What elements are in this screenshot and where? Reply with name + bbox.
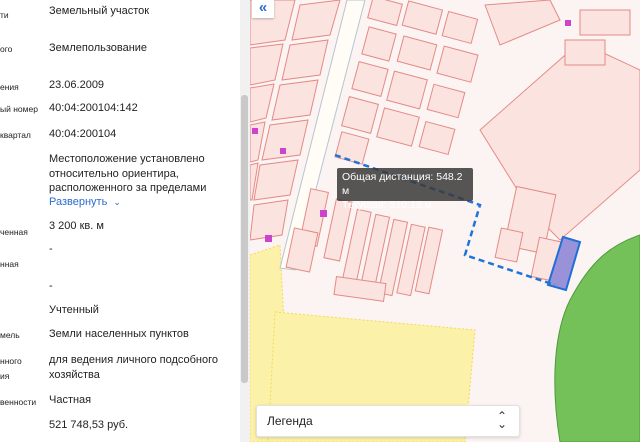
- row-label: нная: [0, 259, 19, 269]
- permitted-use-line-1: для ведения личного подсобного: [49, 354, 219, 366]
- collapse-panel-button[interactable]: «: [252, 0, 274, 18]
- parcel-large: [479, 41, 640, 241]
- row-label: нного: [0, 356, 22, 366]
- parcel-info-panel: ти Земельный участок ого Землепользовани…: [0, 0, 240, 442]
- row-label: ения: [0, 82, 19, 92]
- total-distance: Общая дистанция: 548.2 м: [342, 171, 463, 197]
- row-label: ый номер: [0, 104, 38, 114]
- area-value: 3 200 кв. м: [49, 220, 104, 232]
- row-label: ия: [0, 371, 10, 381]
- select-arrows-icon: ⌃ ⌄: [496, 409, 507, 431]
- double-chevron-left-icon: «: [258, 0, 268, 16]
- row-value: -: [49, 280, 53, 292]
- map-canvas[interactable]: [250, 0, 640, 442]
- row-value: 23.06.2009: [49, 79, 105, 91]
- parcel: [484, 0, 561, 46]
- row-value: -: [49, 243, 53, 255]
- legend-label: Легенда: [267, 414, 313, 428]
- location-line-2: относительно ориентира,: [49, 167, 179, 180]
- ownership-value: Частная: [49, 394, 92, 406]
- chevron-down-icon: ⌄: [113, 197, 121, 207]
- row-label: ченная: [0, 227, 28, 237]
- land-category-value: Земли населенных пунктов: [49, 328, 189, 340]
- status-value: Учтенный: [49, 304, 99, 316]
- expand-link[interactable]: Развернуть ⌄: [49, 196, 121, 208]
- cadastral-quarter: 40:04:200104: [49, 128, 117, 140]
- row-label: ти: [0, 10, 9, 20]
- location-line-3: расположенного за пределами: [49, 182, 207, 194]
- row-label: ого: [0, 44, 13, 54]
- row-label: квартал: [0, 130, 31, 140]
- legend-select[interactable]: Легенда ⌃ ⌄: [256, 405, 520, 437]
- cadastral-value: 521 748,53 руб.: [49, 419, 129, 431]
- expand-label: Развернуть: [49, 196, 108, 208]
- row-label: мель: [0, 330, 20, 340]
- row-value: Земельный участок: [49, 5, 150, 17]
- current-distance: Текущая: 310.18 м: [342, 199, 432, 211]
- row-label: венности: [0, 397, 37, 407]
- distance-tooltip: Общая дистанция: 548.2 м Текущая: 310.18…: [337, 168, 473, 211]
- cadastral-number: 40:04:200104:142: [49, 102, 138, 114]
- map-view[interactable]: «: [250, 0, 640, 442]
- permitted-use-line-2: хозяйства: [49, 368, 100, 381]
- scrollbar-thumb[interactable]: [241, 95, 248, 383]
- row-value: Землепользование: [49, 42, 148, 54]
- location-line-1: Местоположение установлено: [49, 153, 205, 165]
